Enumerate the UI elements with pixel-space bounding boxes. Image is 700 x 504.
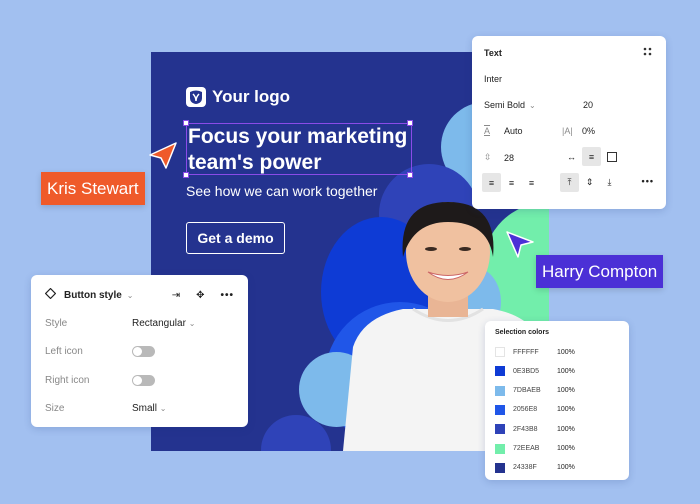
resize-handle[interactable]: [183, 172, 189, 178]
more-options-icon[interactable]: •••: [220, 290, 234, 301]
left-icon-toggle[interactable]: [132, 346, 155, 357]
size-row: Size Small ⌄: [45, 403, 234, 414]
go-to-main-icon[interactable]: ⇥: [172, 290, 180, 301]
row-label: Size: [45, 403, 65, 414]
button-style-panel: Button style ⌄ ⇥ ✥ ••• Style Rectangular…: [31, 275, 248, 427]
color-opacity[interactable]: 100%: [557, 445, 575, 452]
color-hex[interactable]: 0E3BD5: [513, 368, 557, 375]
color-swatch[interactable]: [495, 347, 505, 357]
panel-title: Text: [484, 48, 502, 58]
align-top-icon[interactable]: ⤒: [560, 173, 579, 192]
selection-colors-panel: Selection colors FFFFFF 100% 0E3BD5 100% 7DB…: [485, 321, 629, 480]
logo: Your logo: [186, 87, 290, 107]
auto-height-icon[interactable]: ≡: [582, 147, 601, 166]
color-swatch[interactable]: [495, 443, 505, 454]
color-opacity[interactable]: 100%: [557, 426, 575, 433]
auto-width-icon[interactable]: ↔: [562, 147, 581, 166]
color-swatch[interactable]: [495, 424, 505, 435]
collaborator-label-harry: Harry Compton: [536, 255, 664, 288]
size-select[interactable]: Small ⌄: [132, 403, 167, 414]
letter-spacing-value: 0%: [582, 126, 596, 136]
color-swatch[interactable]: [495, 404, 505, 415]
style-row: Style Rectangular ⌄: [45, 318, 234, 329]
color-opacity[interactable]: 100%: [557, 349, 575, 356]
color-row[interactable]: 24338F 100%: [495, 462, 575, 473]
style-select[interactable]: Rectangular ⌄: [132, 318, 195, 329]
logo-icon: [186, 87, 206, 107]
color-row[interactable]: FFFFFF 100%: [495, 347, 575, 357]
font-family-field[interactable]: Inter: [484, 74, 502, 84]
font-weight-value: Semi Bold: [484, 100, 526, 110]
collaborator-label-kris: Kris Stewart: [41, 172, 145, 205]
row-label: Style: [45, 318, 68, 329]
color-hex[interactable]: FFFFFF: [513, 349, 557, 356]
color-hex[interactable]: 72EEAB: [513, 445, 557, 452]
color-hex[interactable]: 2F43B8: [513, 426, 557, 433]
text-properties-panel: Text Inter Semi Bold ⌄ 20 A Auto |A| 0% …: [472, 36, 666, 209]
letter-spacing-field[interactable]: |A| 0%: [562, 126, 595, 136]
right-icon-row: Right icon: [45, 375, 234, 386]
line-height-icon: ⇳: [484, 152, 492, 162]
color-hex[interactable]: 24338F: [513, 464, 557, 471]
letter-spacing-icon: |A|: [562, 126, 573, 136]
color-row[interactable]: 2056E8 100%: [495, 404, 575, 415]
chevron-down-icon: ⌄: [529, 100, 536, 110]
align-left-icon[interactable]: ≡: [482, 173, 501, 192]
font-weight-select[interactable]: Semi Bold ⌄: [484, 100, 536, 110]
size-value: Small: [132, 403, 158, 414]
color-hex[interactable]: 2056E8: [513, 406, 557, 413]
cursor-harry-icon: [506, 231, 534, 258]
more-options-icon[interactable]: •••: [642, 176, 654, 186]
color-swatch[interactable]: [495, 366, 505, 377]
get-demo-button[interactable]: Get a demo: [186, 222, 285, 254]
letter-height-icon: A: [484, 126, 491, 136]
row-label: Right icon: [45, 375, 90, 386]
instance-icon[interactable]: ✥: [196, 290, 204, 301]
letter-height-value: Auto: [504, 126, 523, 136]
color-opacity[interactable]: 100%: [557, 368, 575, 375]
color-hex[interactable]: 7DBAEB: [513, 387, 557, 394]
style-value: Rectangular: [132, 318, 186, 329]
drag-grid-icon[interactable]: [643, 47, 652, 56]
right-icon-toggle[interactable]: [132, 375, 155, 386]
chevron-down-icon: ⌄: [188, 319, 196, 328]
component-icon: [44, 287, 57, 302]
line-height-field[interactable]: ⇳ 28: [484, 152, 514, 163]
align-right-icon[interactable]: ≡: [522, 173, 541, 192]
align-middle-icon[interactable]: ⇕: [580, 173, 599, 192]
font-size-field[interactable]: 20: [583, 100, 593, 110]
panel-title: Button style: [64, 289, 122, 301]
color-opacity[interactable]: 100%: [557, 387, 575, 394]
resize-handle[interactable]: [407, 172, 413, 178]
color-row[interactable]: 2F43B8 100%: [495, 424, 575, 435]
chevron-down-icon[interactable]: ⌄: [127, 291, 134, 300]
logo-text: Your logo: [212, 87, 291, 106]
color-swatch[interactable]: [495, 462, 505, 473]
align-center-icon[interactable]: ≡: [502, 173, 521, 192]
headline-text[interactable]: Focus your marketing team's power: [186, 123, 412, 175]
letter-height-field[interactable]: A Auto: [484, 126, 523, 136]
color-opacity[interactable]: 100%: [557, 406, 575, 413]
color-opacity[interactable]: 100%: [557, 464, 575, 471]
resize-handle[interactable]: [183, 120, 189, 126]
left-icon-row: Left icon: [45, 346, 234, 357]
align-bottom-icon[interactable]: ⤓: [600, 173, 619, 192]
line-height-value: 28: [504, 152, 515, 163]
cursor-kris-icon: [149, 142, 177, 169]
panel-title: Selection colors: [495, 329, 550, 336]
chevron-down-icon: ⌄: [159, 404, 167, 413]
resize-handle[interactable]: [407, 120, 413, 126]
color-row[interactable]: 0E3BD5 100%: [495, 366, 575, 377]
color-row[interactable]: 7DBAEB 100%: [495, 385, 575, 396]
fixed-size-icon[interactable]: [602, 147, 621, 166]
color-swatch[interactable]: [495, 385, 505, 396]
row-label: Left icon: [45, 346, 83, 357]
color-row[interactable]: 72EEAB 100%: [495, 443, 575, 454]
